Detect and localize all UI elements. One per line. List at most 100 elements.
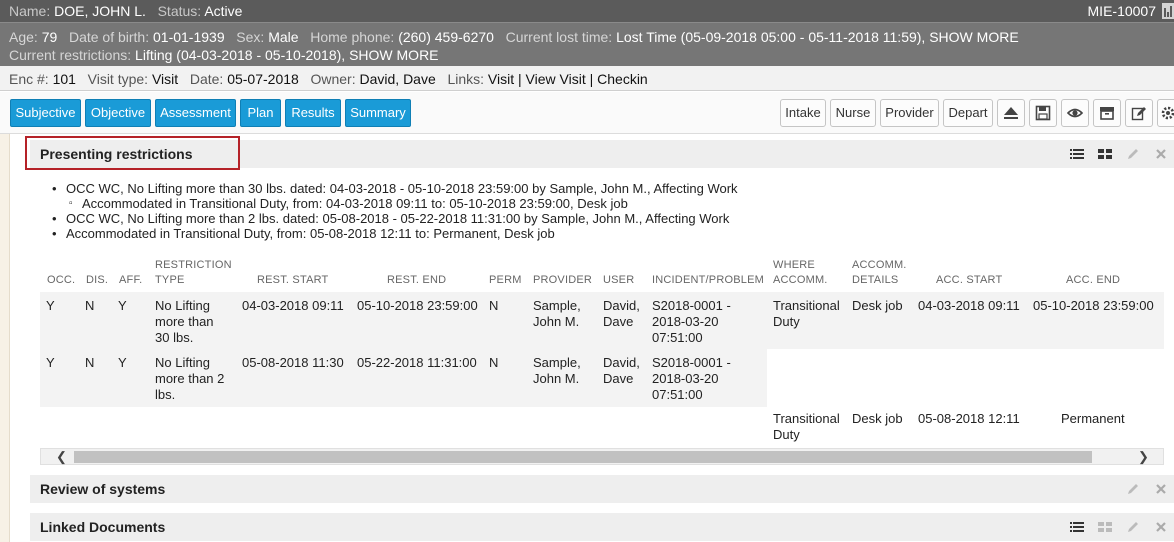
archive-icon[interactable] [1093, 99, 1121, 127]
review-of-systems-header: Review of systems [30, 475, 1174, 503]
visit-type-value: Visit [151, 71, 179, 87]
col-incident[interactable]: INCIDENT/PROBLEM [652, 273, 764, 288]
restrictions-show-more-link[interactable]: SHOW MORE [349, 47, 438, 63]
cell-rest-end: 05-22-2018 11:31:00 [357, 355, 477, 370]
gear-icon[interactable] [1157, 99, 1174, 127]
cell-acc-end: Permanent [1061, 411, 1125, 426]
cell-provider: Sample, John M. [533, 355, 581, 387]
col-restriction-type-line1: RESTRICTION [155, 259, 232, 271]
table-horizontal-scrollbar[interactable]: ❮ ❯ [40, 448, 1164, 465]
cell-line: more than 2 [155, 371, 225, 386]
col-perm[interactable]: PERM [489, 273, 522, 288]
col-user[interactable]: USER [603, 273, 634, 288]
col-acc-start[interactable]: ACC. START [936, 273, 1002, 288]
save-icon[interactable] [1029, 99, 1057, 127]
dob-value: 01-01-1939 [153, 29, 225, 45]
cell-line: S2018-0001 - [652, 298, 731, 313]
col-restriction-type[interactable]: RESTRICTION TYPE [155, 258, 232, 288]
cell-line: lbs. [155, 387, 176, 402]
cell-line: John M. [533, 371, 580, 386]
lost-time-show-more-link[interactable]: SHOW MORE [929, 29, 1018, 45]
intake-button[interactable]: Intake [780, 99, 826, 127]
tab-summary[interactable]: Summary [345, 99, 411, 127]
cell-aff: Y [118, 355, 127, 370]
patient-status: Active [204, 3, 243, 19]
cell-line: Duty [773, 427, 800, 442]
list-view-icon[interactable] [1069, 146, 1085, 162]
encounter-bar: Enc #: 101 Visit type: Visit Date: 05-07… [0, 66, 1174, 91]
eject-icon[interactable] [997, 99, 1025, 127]
cell-provider: Sample, John M. [533, 298, 581, 330]
col-occ[interactable]: OCC. [47, 273, 75, 288]
status-label: Status: [157, 3, 202, 19]
restriction-bullet-list: OCC WC, No Lifting more than 30 lbs. dat… [52, 181, 738, 241]
cell-dis: N [85, 298, 95, 313]
close-icon[interactable] [1153, 481, 1169, 497]
cell-occ: Y [46, 355, 55, 370]
edit-icon[interactable] [1125, 99, 1153, 127]
cell-aff: Y [118, 298, 127, 313]
cell-line: John M. [533, 314, 580, 329]
tab-plan[interactable]: Plan [240, 99, 281, 127]
col-where-accomm[interactable]: WHERE ACCOMM. [773, 258, 828, 288]
grid-view-icon[interactable] [1097, 519, 1113, 535]
col-aff[interactable]: AFF. [119, 273, 142, 288]
depart-button[interactable]: Depart [943, 99, 993, 127]
chart-icon[interactable] [1162, 3, 1174, 19]
eye-icon[interactable] [1061, 99, 1089, 127]
provider-button[interactable]: Provider [880, 99, 939, 127]
close-icon[interactable] [1153, 519, 1169, 535]
highlight-box [25, 136, 240, 170]
date-label: Date: [189, 71, 224, 87]
tab-results[interactable]: Results [285, 99, 341, 127]
cell-line: 07:51:00 [652, 387, 703, 402]
details-line: Age: 79 Date of birth: 01-01-1939 Sex: M… [9, 29, 1019, 45]
cell-line: Sample, [533, 355, 581, 370]
link-checkin[interactable]: Checkin [597, 71, 648, 87]
age-label: Age: [9, 29, 38, 45]
col-where-line1: WHERE [773, 259, 815, 271]
scroll-left-icon[interactable]: ❮ [53, 450, 70, 464]
col-acc-end[interactable]: ACC. END [1066, 273, 1120, 288]
list-view-icon[interactable] [1069, 519, 1085, 535]
nurse-button[interactable]: Nurse [830, 99, 876, 127]
lost-time-label: Current lost time: [505, 29, 613, 45]
tab-subjective[interactable]: Subjective [10, 99, 81, 127]
enc-value: 101 [52, 71, 76, 87]
tab-assessment[interactable]: Assessment [155, 99, 236, 127]
pencil-icon[interactable] [1125, 519, 1141, 535]
col-provider[interactable]: PROVIDER [533, 273, 592, 288]
owner-label: Owner: [310, 71, 356, 87]
cell-line: Sample, [533, 298, 581, 313]
encounter-toolbar: Subjective Objective Assessment Plan Res… [0, 92, 1174, 134]
col-where-line2: ACCOMM. [773, 274, 828, 286]
close-icon[interactable] [1153, 146, 1169, 162]
cell-line: David, [603, 298, 640, 313]
col-rest-end[interactable]: REST. END [387, 273, 446, 288]
pencil-icon[interactable] [1125, 481, 1141, 497]
cell-details: Desk job [852, 411, 903, 426]
scroll-right-icon[interactable]: ❯ [1135, 450, 1152, 464]
cell-details: Desk job [852, 298, 903, 313]
col-details-line1: ACCOMM. [852, 259, 907, 271]
left-accent-strip [0, 134, 10, 542]
col-dis[interactable]: DIS. [86, 273, 108, 288]
link-visit[interactable]: Visit [488, 71, 514, 87]
col-rest-start[interactable]: REST. START [257, 273, 328, 288]
restrictions-line: Current restrictions: Lifting (04-03-201… [9, 47, 439, 63]
scrollbar-thumb[interactable] [74, 451, 1092, 463]
linked-documents-title: Linked Documents [40, 519, 166, 535]
phone-value: (260) 459-6270 [398, 29, 494, 45]
link-view-visit[interactable]: View Visit [526, 71, 586, 87]
links-label: Links: [447, 71, 485, 87]
pencil-icon[interactable] [1125, 146, 1141, 162]
cell-line: David, [603, 355, 640, 370]
patient-header: Name: DOE, JOHN L. Status: Active MIE-10… [0, 0, 1174, 22]
cell-where: Transitional Duty [773, 298, 840, 330]
col-accomm-details[interactable]: ACCOMM. DETAILS [852, 258, 907, 288]
tab-objective[interactable]: Objective [85, 99, 151, 127]
grid-view-icon[interactable] [1097, 146, 1113, 162]
restrictions-value: Lifting (04-03-2018 - 05-10-2018), [135, 47, 346, 63]
lost-time-value: Lost Time (05-09-2018 05:00 - 05-11-2018… [616, 29, 926, 45]
cell-line: Dave [603, 371, 634, 386]
